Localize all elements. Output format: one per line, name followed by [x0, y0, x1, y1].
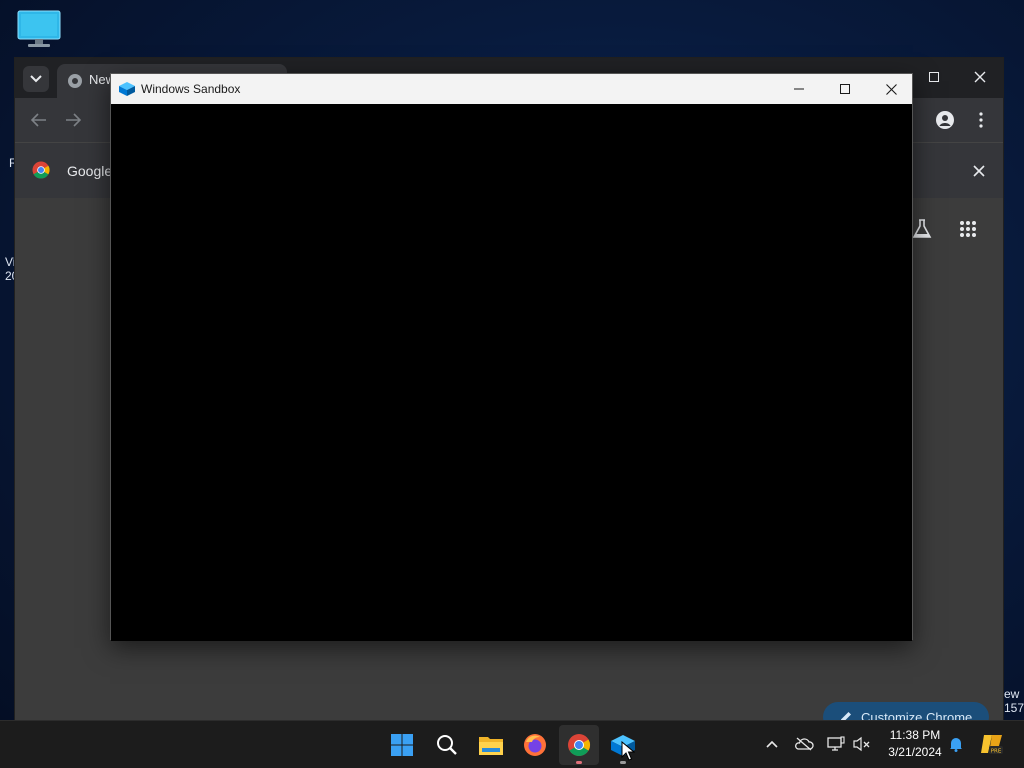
close-icon [973, 165, 985, 177]
firefox-icon [524, 734, 546, 756]
taskbar-search-button[interactable] [427, 725, 467, 765]
file-explorer-icon [479, 737, 503, 755]
back-arrow-icon [31, 113, 46, 127]
infobar-text: Google [67, 163, 113, 179]
clock-date: 3/21/2024 [888, 745, 942, 759]
clock-time: 11:38 PM [889, 728, 941, 742]
chrome-icon [568, 734, 590, 756]
start-icon [391, 734, 413, 756]
sandbox-close-button[interactable] [868, 74, 914, 104]
network-icon [827, 736, 845, 751]
tab-search-button[interactable] [23, 66, 49, 92]
sandbox-display-area[interactable] [111, 104, 912, 641]
profile-icon [936, 111, 954, 129]
onedrive-offline-icon [795, 737, 814, 751]
flask-icon [912, 219, 932, 238]
volume-tray-button[interactable] [851, 733, 873, 755]
sandbox-minimize-button[interactable] [776, 74, 822, 104]
desktop-label-fragment: ew [1004, 687, 1020, 701]
forward-arrow-icon [66, 113, 81, 127]
show-hidden-icons-button[interactable] [761, 733, 783, 755]
this-pc-icon[interactable] [16, 10, 62, 50]
chrome-tab-favicon-icon [68, 74, 82, 88]
minimize-icon [794, 88, 804, 90]
maximize-icon [929, 72, 939, 82]
more-vert-icon [979, 112, 983, 128]
desktop-label-fragment: 157 [1004, 701, 1024, 715]
start-button[interactable] [382, 725, 422, 765]
onedrive-tray-button[interactable] [793, 733, 815, 755]
copilot-button[interactable]: PRE [979, 731, 1005, 757]
google-apps-button[interactable] [959, 220, 981, 242]
file-explorer-button[interactable] [471, 725, 511, 765]
volume-muted-icon [853, 736, 870, 752]
sandbox-maximize-button[interactable] [822, 74, 868, 104]
maximize-icon [840, 84, 850, 94]
chrome-close-button[interactable] [965, 66, 995, 88]
back-button[interactable] [27, 108, 51, 132]
svg-text:PRE: PRE [991, 749, 1002, 755]
forward-button[interactable] [61, 108, 85, 132]
firefox-button[interactable] [515, 725, 555, 765]
running-indicator [576, 761, 582, 764]
taskbar: 11:38 PM 3/21/2024 PRE [0, 720, 1024, 768]
sandbox-title-bar[interactable]: Windows Sandbox [111, 74, 912, 104]
running-indicator [620, 761, 626, 764]
infobar-close-button[interactable] [969, 161, 989, 181]
bell-icon [950, 738, 962, 752]
profile-button[interactable] [933, 108, 957, 132]
chrome-menu-button[interactable] [969, 108, 993, 132]
chevron-down-icon [30, 75, 42, 83]
google-chrome-logo-icon [32, 161, 50, 179]
windows-sandbox-window[interactable]: Windows Sandbox [110, 73, 913, 641]
close-icon [974, 71, 986, 83]
chevron-up-icon [766, 740, 778, 748]
close-icon [885, 83, 897, 95]
search-icon [437, 735, 457, 755]
copilot-pre-icon: PRE [981, 735, 1003, 755]
chrome-taskbar-button[interactable] [559, 725, 599, 765]
mouse-cursor-icon [621, 741, 635, 761]
chrome-labs-button[interactable] [911, 218, 935, 242]
windows-sandbox-icon [119, 82, 135, 96]
clock[interactable]: 11:38 PM 3/21/2024 [880, 727, 950, 761]
network-tray-button[interactable] [825, 733, 847, 755]
notifications-button[interactable] [945, 733, 967, 755]
apps-grid-icon [960, 221, 976, 237]
sandbox-title: Windows Sandbox [141, 82, 241, 96]
chrome-maximize-button[interactable] [919, 66, 949, 88]
